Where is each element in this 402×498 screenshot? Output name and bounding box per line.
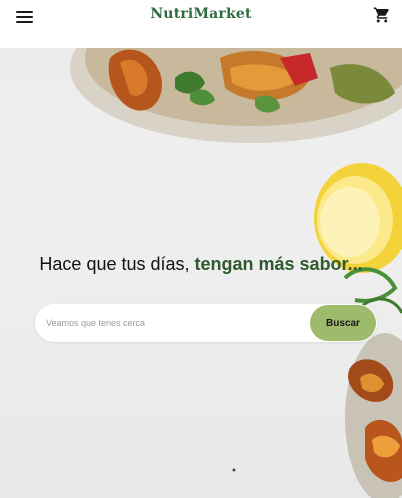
brand-logo[interactable]: NutriMarket — [0, 6, 402, 22]
search-bar: Buscar — [35, 304, 377, 342]
shopping-cart-icon[interactable] — [373, 6, 391, 24]
headline-accent: tengan más sabor... — [194, 254, 363, 274]
search-button[interactable]: Buscar — [310, 305, 376, 341]
hero-headline: Hace que tus días, tengan más sabor... — [0, 252, 402, 276]
hero-section: Hace que tus días, tengan más sabor... B… — [0, 48, 402, 498]
search-input[interactable] — [35, 304, 305, 342]
headline-regular: Hace que tus días, — [39, 254, 195, 274]
top-app-bar: NutriMarket — [0, 0, 402, 48]
